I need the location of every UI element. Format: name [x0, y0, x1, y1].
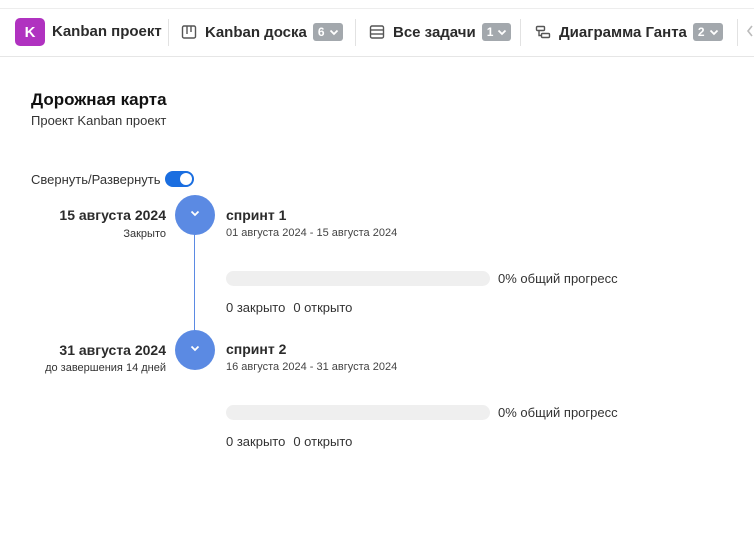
more-tabs-icon[interactable]: [746, 24, 754, 43]
chevron-down-icon: [708, 26, 720, 38]
task-counts: 0 закрыто 0 открыто: [226, 300, 352, 315]
top-navigation-bar: K Kanban проект Kanban доска 6 Все задач…: [0, 0, 754, 57]
sprint-start-date: 16 августа 2024: [226, 361, 307, 373]
tab-count-badge[interactable]: 1: [481, 23, 512, 41]
collapse-expand-control: Свернуть/Развернуть: [31, 171, 194, 187]
divider: [737, 19, 738, 46]
badge-count: 2: [697, 25, 705, 39]
top-divider: [0, 8, 754, 9]
toggle-knob: [179, 173, 192, 185]
tab-kanban-board[interactable]: Kanban доска 6: [180, 18, 343, 46]
tab-count-badge[interactable]: 6: [312, 23, 343, 41]
open-count[interactable]: 0 открыто: [293, 300, 352, 315]
task-counts: 0 закрыто 0 открыто: [226, 434, 352, 449]
tab-all-tasks[interactable]: Все задачи 1: [368, 18, 512, 46]
chevron-down-icon: [496, 26, 508, 38]
tab-count-badge[interactable]: 2: [692, 23, 723, 41]
milestone-expand-button[interactable]: [175, 195, 215, 235]
sprint-name[interactable]: спринт 2: [226, 341, 286, 357]
tab-label: Все задачи: [393, 23, 476, 41]
sprint-date-range: 01 августа 2024 - 15 августа 2024: [226, 227, 398, 239]
sprint-start-date: 01 августа 2024: [226, 227, 307, 239]
progress-bar: [226, 405, 490, 420]
progress-label: 0% общий прогресс: [498, 405, 618, 420]
badge-count: 6: [317, 25, 325, 39]
milestone-status: до завершения 14 дней: [45, 362, 166, 374]
project-avatar[interactable]: K: [15, 18, 45, 46]
sprint-end-date: 31 августа 2024: [316, 361, 398, 373]
chevron-down-icon: [188, 206, 202, 225]
page-subtitle: Проект Kanban проект: [31, 113, 167, 128]
list-icon: [368, 23, 386, 41]
chevron-down-icon: [328, 26, 340, 38]
chevron-down-icon: [188, 341, 202, 360]
board-icon: [180, 23, 198, 41]
milestone-expand-button[interactable]: [175, 330, 215, 370]
milestone-date: 31 августа 2024: [59, 342, 166, 358]
gantt-icon: [534, 23, 552, 41]
closed-count[interactable]: 0 закрыто: [226, 300, 285, 315]
divider: [520, 19, 521, 46]
collapse-expand-label: Свернуть/Развернуть: [31, 171, 161, 187]
tab-gantt-chart[interactable]: Диаграмма Ганта 2: [534, 18, 723, 46]
milestone-status: Закрыто: [123, 228, 166, 240]
progress-label: 0% общий прогресс: [498, 271, 618, 286]
open-count[interactable]: 0 открыто: [293, 434, 352, 449]
badge-count: 1: [486, 25, 494, 39]
project-initial: K: [24, 23, 36, 41]
progress-bar: [226, 271, 490, 286]
closed-count[interactable]: 0 закрыто: [226, 434, 285, 449]
project-name[interactable]: Kanban проект: [52, 23, 162, 40]
sprint-end-date: 15 августа 2024: [316, 227, 398, 239]
tab-label: Диаграмма Ганта: [559, 23, 687, 41]
divider: [168, 19, 169, 46]
tab-label: Kanban доска: [205, 23, 307, 41]
sprint-name[interactable]: спринт 1: [226, 207, 286, 223]
sprint-date-range: 16 августа 2024 - 31 августа 2024: [226, 361, 398, 373]
divider: [355, 19, 356, 46]
collapse-expand-toggle[interactable]: [164, 171, 194, 187]
page-title: Дорожная карта: [31, 90, 167, 109]
milestone-date: 15 августа 2024: [59, 207, 166, 223]
